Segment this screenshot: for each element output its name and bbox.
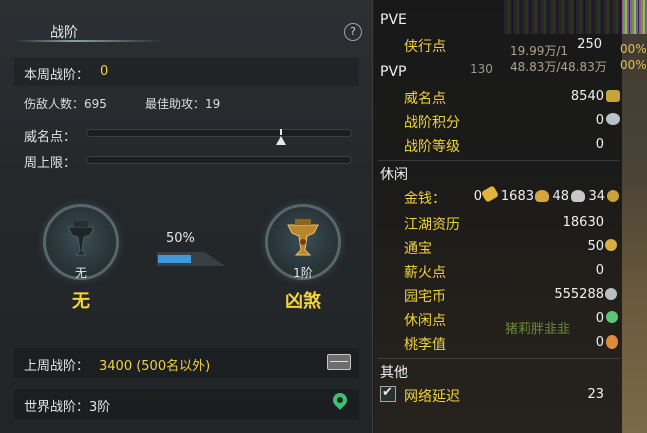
prestige-bar <box>86 129 352 137</box>
next-rank-name: 凶煞 <box>285 291 321 312</box>
yuanzhai-value: 555288 <box>554 287 604 302</box>
weekly-rank-row: 本周战阶： 0 <box>14 58 359 86</box>
money-label: 金钱： <box>404 191 446 207</box>
silver-ingot-icon <box>571 190 585 202</box>
xinhuo-label: 薪火点 <box>404 265 446 281</box>
rank-progress-fill <box>158 255 191 263</box>
other-section-title: 其他 <box>380 365 408 381</box>
latency-value: 23 <box>587 387 604 402</box>
current-rank-under: 无 <box>74 266 87 280</box>
jianghu-value: 18630 <box>562 215 604 230</box>
pvp-section-title: PVP <box>380 64 407 80</box>
rank-progress-bar <box>157 252 225 268</box>
taoli-value: 0 <box>595 335 604 350</box>
tongbao-value: 50 <box>587 239 604 254</box>
xiaxing-value: 250 <box>577 37 602 52</box>
hud-mp-text: 48.83万/48.83万 <box>510 60 607 74</box>
currency-panel: 19.99万/1 00% 48.83万/48.83万 00% 130 猪莉胖韭韭… <box>374 0 647 433</box>
prestige-marker-line <box>280 129 282 135</box>
money-silver-value: 48 <box>552 189 569 204</box>
panel-header: 战阶 ? <box>0 0 373 46</box>
weiming-icon <box>606 90 620 102</box>
latency-checkbox[interactable] <box>380 385 396 402</box>
xiuxian-label: 休闲点 <box>404 313 446 329</box>
weekly-rank-value: 0 <box>100 64 109 79</box>
panel-title: 战阶 <box>50 25 78 41</box>
jianghu-label: 江湖资历 <box>404 217 460 233</box>
tongbao-coin-icon <box>605 239 617 251</box>
next-rank-under: 1阶 <box>293 266 313 280</box>
zhanjie-level-label: 战阶等级 <box>404 139 460 155</box>
hud-level: 130 <box>470 62 493 76</box>
weekly-cap-label: 周上限： <box>24 156 77 171</box>
zhanjie-points-icon <box>606 113 620 125</box>
prestige-marker-icon <box>276 136 286 145</box>
zhanjie-points-label: 战阶积分 <box>404 115 460 131</box>
weekly-rank-label: 本周战阶： <box>24 68 90 83</box>
reward-chest-icon[interactable] <box>327 354 351 370</box>
weekly-cap-bar <box>86 156 352 164</box>
xiuxian-leaf-icon <box>606 311 618 323</box>
weiming-label: 威名点 <box>404 91 446 107</box>
yuanzhai-coin-icon <box>605 288 617 300</box>
help-button[interactable]: ? <box>344 23 362 41</box>
stats-row: 伤敌人数：695 最佳助攻：19 <box>14 93 359 113</box>
rank-panel: 战阶 ? 本周战阶： 0 伤敌人数：695 最佳助攻：19 威名点： 周上限： … <box>0 0 373 433</box>
hud-mp-pct: 00% <box>620 58 647 72</box>
hud-hp-pct: 00% <box>620 42 647 56</box>
yuanzhai-label: 园宅币 <box>404 289 446 305</box>
money-gold-bar-value: 0 <box>473 189 482 204</box>
prestige-row: 威名点： <box>14 124 359 146</box>
kills-count: 伤敌人数：695 <box>24 97 107 111</box>
divider <box>378 160 620 161</box>
money-copper-value: 34 <box>588 189 605 204</box>
copper-coin-icon <box>607 190 619 202</box>
last-week-value: 3400 (500名以外) <box>99 359 211 374</box>
leisure-section-title: 休闲 <box>380 167 408 183</box>
last-week-row: 上周战阶： 3400 (500名以外) <box>14 348 359 378</box>
money-gold-value: 1683 <box>500 189 534 204</box>
prestige-label: 威名点： <box>24 130 77 145</box>
rank-progress-text: 50% <box>166 231 195 246</box>
world-rank-row: 世界战阶：3阶 <box>14 389 359 419</box>
divider <box>378 358 620 359</box>
last-week-label: 上周战阶： <box>24 359 90 374</box>
tongbao-label: 通宝 <box>404 241 432 257</box>
current-rank-name: 无 <box>72 291 90 312</box>
latency-label: 网络延迟 <box>404 389 460 405</box>
title-underline <box>14 40 164 42</box>
zhanjie-points-value: 0 <box>595 113 604 128</box>
pve-section-title: PVE <box>380 12 407 28</box>
best-assist: 最佳助攻：19 <box>145 97 221 111</box>
zhanjie-level-value: 0 <box>595 137 604 152</box>
weekly-cap-row: 周上限： <box>14 150 359 172</box>
world-rank-label: 世界战阶：3阶 <box>24 400 111 415</box>
gold-ingot-icon <box>535 190 549 202</box>
xinhuo-value: 0 <box>595 263 604 278</box>
xiuxian-value: 0 <box>595 311 604 326</box>
xiaxing-label: 侠行点 <box>404 39 446 55</box>
weiming-value: 8540 <box>570 89 604 104</box>
taoli-peach-icon <box>606 335 618 349</box>
taoli-label: 桃李值 <box>404 337 446 353</box>
